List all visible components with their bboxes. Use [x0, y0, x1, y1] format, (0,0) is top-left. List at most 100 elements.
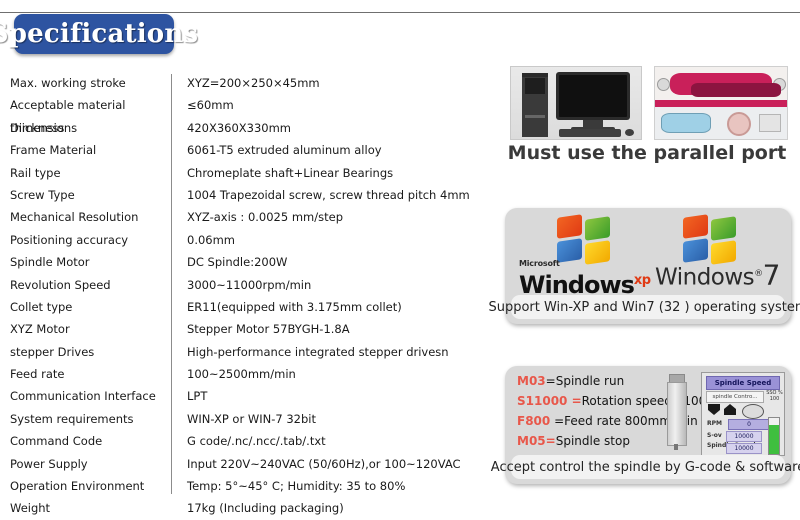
spec-value: XYZ=200×250×45mm	[187, 76, 320, 90]
spec-key: Communication Interface	[10, 389, 156, 404]
keyboard-icon	[559, 129, 621, 137]
round-port-icon	[727, 112, 751, 136]
monitor-screen	[559, 75, 627, 117]
spec-key: stepper Drives	[10, 344, 95, 359]
table-row: Command Code G code/.nc/.ncc/.tab/.txt	[10, 430, 480, 452]
gcode-description: Rotation speed	[581, 394, 672, 408]
s-ov-label: S-ov	[707, 432, 722, 439]
spindle-speed-value-field[interactable]: 10000	[726, 443, 762, 454]
spec-key: XYZ Motor	[10, 322, 70, 337]
spec-value: Chromeplate shaft+Linear Bearings	[187, 165, 394, 180]
xp-superscript: xp	[633, 273, 651, 288]
table-row: XYZ Motor Stepper Motor 57BYGH-1.8A	[10, 318, 480, 340]
table-row: Screw Type 1004 Trapezoidal screw, screw…	[10, 184, 480, 206]
spec-key: Weight	[10, 501, 51, 516]
table-row: Mechanical Resolution XYZ-axis : 0.0025 …	[10, 206, 480, 228]
speed-gauge-fill	[769, 425, 779, 454]
spindle-speed-title: Spindle Speed	[706, 376, 780, 390]
spec-value: ER11(equipped with 3.175mm collet)	[187, 299, 402, 314]
gcode-equals: =	[545, 374, 556, 388]
mouse-icon	[625, 129, 634, 136]
spindle-motor-image	[665, 372, 687, 450]
parallel-port-panel: Must use the parallel port	[502, 62, 792, 188]
gcode-line: M03=Spindle run	[517, 374, 624, 388]
table-row: Dimensions 420X360X330mm	[10, 117, 480, 139]
table-row: Feed rate 100~2500mm/min	[10, 363, 480, 385]
spec-value: DC Spindle:200W	[187, 255, 288, 270]
header-divider-rule	[0, 12, 800, 13]
speed-gauge-bar	[768, 417, 780, 455]
spindle-ccw-icon[interactable]	[708, 404, 720, 415]
lpt-connector-pins	[691, 83, 781, 97]
flag-red-pane	[683, 214, 708, 239]
spec-value: G code/.nc/.ncc/.tab/.txt	[187, 434, 326, 449]
monitor-stand	[583, 120, 603, 127]
spec-key: System requirements	[10, 411, 134, 426]
spec-key: Feed rate	[10, 367, 65, 382]
table-row: Communication Interface LPT	[10, 385, 480, 407]
sso-percent-label: SSO % 100	[766, 390, 783, 402]
spec-value: Input 220V~240VAC (50/60Hz),or 100~120VA…	[187, 456, 461, 471]
table-row: Operation Environment Temp: 5°~45° C; Hu…	[10, 475, 480, 497]
spec-value: Stepper Motor 57BYGH-1.8A	[187, 322, 350, 337]
spec-value: 0.06mm	[187, 232, 236, 247]
lpt-screw-left-icon	[657, 78, 670, 91]
gcode-description: Spindle stop	[555, 434, 630, 448]
seven-numeral: 7	[762, 258, 781, 292]
spindle-control-button[interactable]: spindle Contro...	[706, 391, 764, 403]
gcode-command: M05	[517, 434, 546, 448]
spec-value: 1004 Trapezoidal screw, screw thread pit…	[187, 187, 470, 202]
specifications-badge: Specifications	[0, 14, 198, 54]
spec-key: Frame Material	[10, 143, 97, 158]
table-row: Max. working stroke XYZ=200×250×45mm	[10, 72, 480, 94]
s-ov-value-field[interactable]: 10000	[726, 431, 762, 442]
gcode-equals: =	[545, 434, 556, 448]
table-row: Rail type Chromeplate shaft+Linear Beari…	[10, 162, 480, 184]
lpt-connector-shell	[670, 73, 781, 97]
spindle-speed-software-window[interactable]: Spindle Speed spindle Contro... SSO % 10…	[701, 372, 785, 456]
vga-port-icon	[661, 113, 711, 133]
desktop-computer-image	[510, 66, 642, 140]
monitor-icon	[556, 72, 630, 120]
windows-support-panel: Microsoft Windowsxp Windows®7 Support Wi…	[488, 208, 800, 324]
windows-xp-flag-icon	[557, 214, 613, 265]
usb-port-icon	[759, 114, 781, 132]
gcode-description: Spindle run	[555, 374, 625, 388]
spindle-reset-icon[interactable]	[742, 404, 764, 419]
spec-key: Power Supply	[10, 456, 88, 471]
table-row: Positioning accuracy 0.06mm	[10, 229, 480, 251]
spec-value: 6061-T5 extruded aluminum alloy	[187, 143, 382, 158]
table-row: Weight 17kg (Including packaging)	[10, 497, 480, 519]
spec-value: 17kg (Including packaging)	[187, 501, 344, 516]
rpm-value-field[interactable]: 0	[728, 419, 770, 430]
spec-key: Command Code	[10, 434, 103, 449]
spec-key: Revolution Speed	[10, 277, 111, 292]
spec-key: Screw Type	[10, 187, 75, 202]
table-row: Collet type ER11(equipped with 3.175mm c…	[10, 296, 480, 318]
parallel-port-caption: Must use the parallel port	[507, 142, 787, 164]
spec-value: ≤60mm	[187, 98, 234, 113]
gcode-line: M05=Spindle stop	[517, 434, 630, 448]
flag-green-pane	[711, 216, 736, 241]
spec-value: High-performance integrated stepper driv…	[187, 344, 449, 359]
table-row: stepper Drives High-performance integrat…	[10, 341, 480, 363]
spec-value: Temp: 5°~45° C; Humidity: 35 to 80%	[187, 479, 406, 494]
spec-key: Mechanical Resolution	[10, 210, 139, 225]
spec-key: Collet type	[10, 299, 73, 314]
port-accent-stripe	[655, 100, 787, 107]
rpm-label: RPM	[707, 420, 722, 427]
flag-red-pane	[557, 214, 582, 239]
pc-tower-vent	[525, 115, 545, 118]
microsoft-label: Microsoft	[519, 259, 560, 268]
spindle-cw-icon[interactable]	[724, 404, 736, 415]
windows-xp-wordmark: Microsoft Windowsxp	[519, 260, 651, 298]
table-row: System requirements WIN-XP or WIN-7 32bi…	[10, 408, 480, 430]
page-title: Specifications	[0, 19, 199, 49]
spec-value: 420X360X330mm	[187, 120, 292, 135]
gcode-equals: =	[550, 414, 565, 428]
spec-key: Rail type	[10, 165, 61, 180]
windows-label: Windowsxp	[519, 268, 651, 298]
table-row: Spindle Motor DC Spindle:200W	[10, 251, 480, 273]
spec-value: XYZ-axis : 0.0025 mm/step	[187, 210, 344, 225]
windows-7-wordmark: Windows®7	[655, 258, 781, 292]
